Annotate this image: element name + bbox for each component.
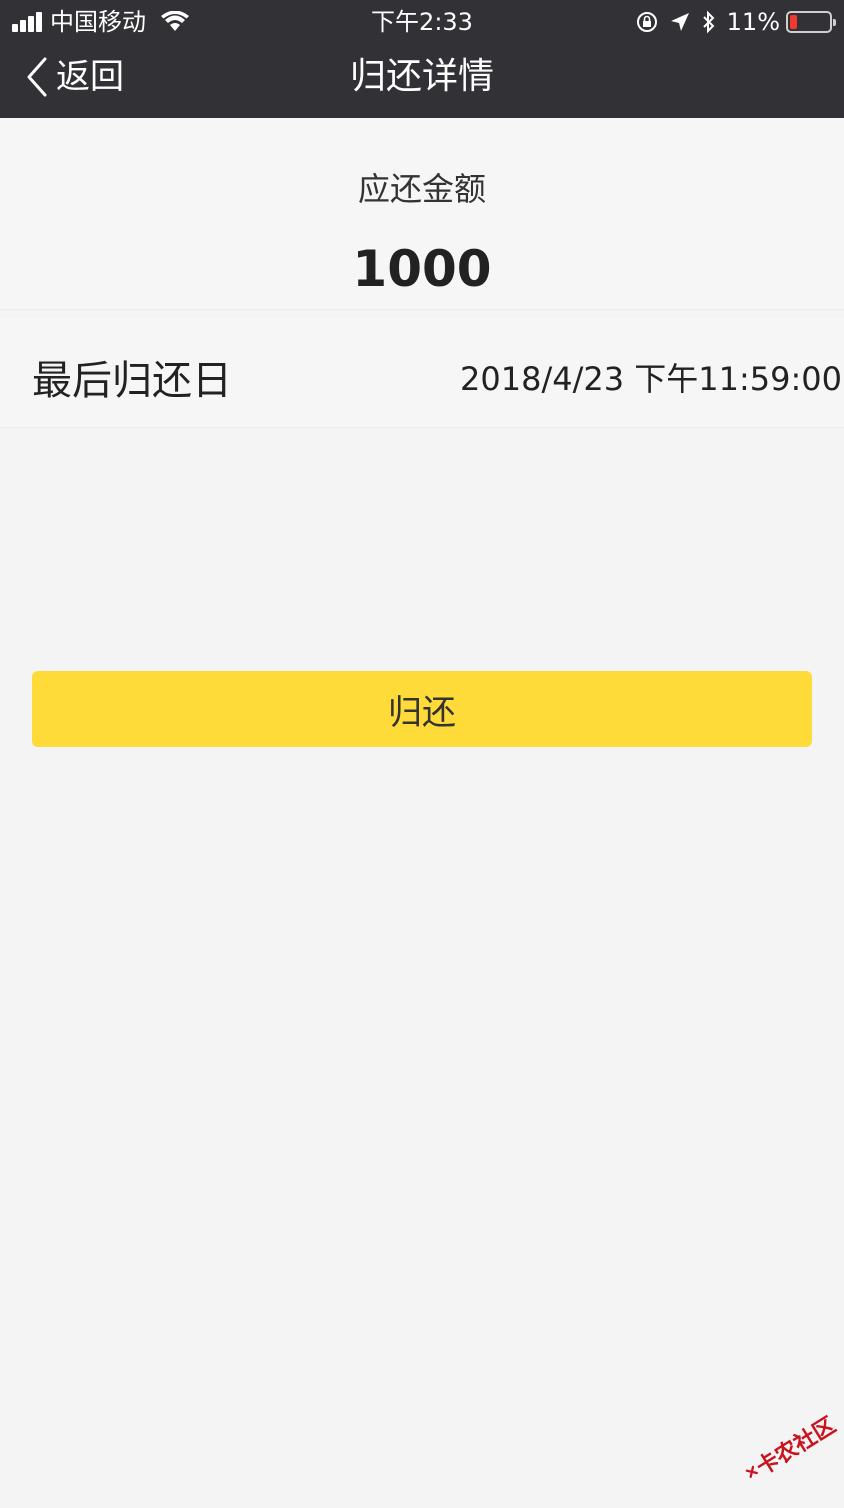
navigation-bar: 返回 归还详情: [0, 44, 844, 118]
status-bar: 中国移动 下午2:33 11%: [0, 0, 844, 44]
amount-section: 应还金额 1000: [0, 118, 844, 310]
top-bar: 中国移动 下午2:33 11% 返回 归还详情: [0, 0, 844, 118]
battery-level: [790, 15, 797, 29]
battery-percentage: 11%: [726, 8, 780, 36]
return-button[interactable]: 归还: [32, 671, 812, 747]
due-date-row: 最后归还日 2018/4/23 下午11:59:00: [0, 318, 844, 428]
page-title: 归还详情: [349, 56, 494, 97]
due-date-label: 最后归还日: [32, 358, 232, 404]
battery-icon: [786, 11, 836, 33]
due-date-value: 2018/4/23 下午11:59:00: [460, 360, 842, 398]
watermark-text: 卡农社区: [752, 1413, 841, 1481]
orientation-lock-icon: [636, 12, 657, 32]
bluetooth-icon: [702, 10, 715, 34]
watermark: 卡农社区: [726, 1388, 844, 1508]
amount-value: 1000: [352, 240, 492, 298]
location-icon: [670, 13, 689, 31]
amount-label: 应还金额: [357, 170, 486, 208]
